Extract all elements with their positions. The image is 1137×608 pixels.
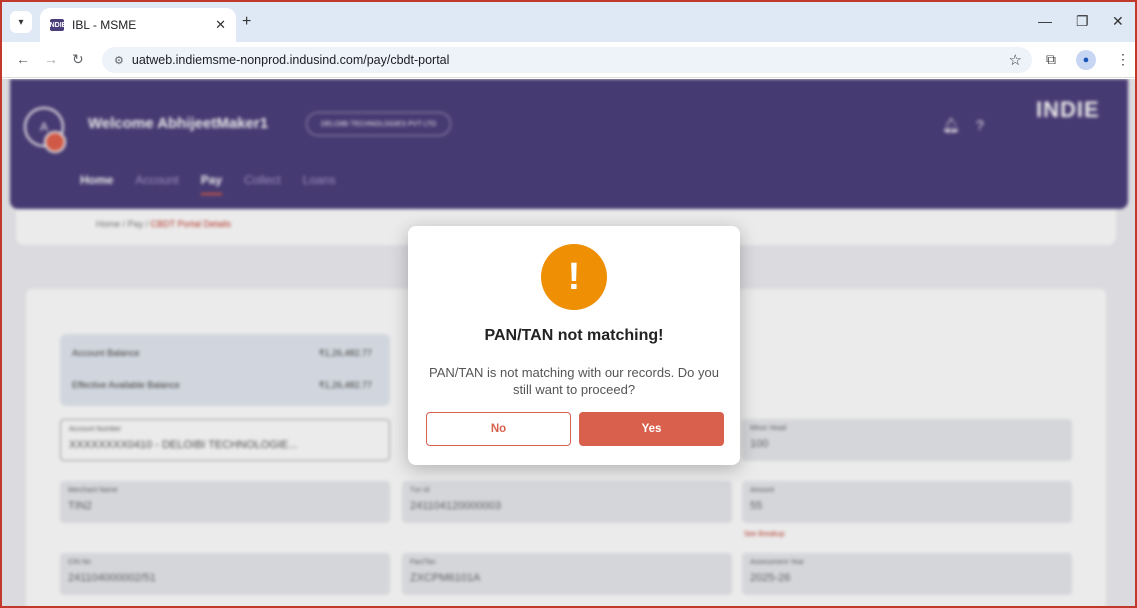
browser-toolbar: ← → ↻ ⚙ uatweb.indiemsme-nonprod.indusin… [2, 42, 1135, 78]
dialog-message: PAN/TAN is not matching with our records… [429, 365, 719, 397]
tab-strip: ▾ INDIE IBL - MSME ✕ + — ❐ ✕ [2, 2, 1135, 42]
no-button[interactable]: No [426, 412, 571, 446]
profile-icon[interactable]: ● [1076, 50, 1096, 70]
tab-search-icon[interactable]: ▾ [10, 11, 32, 33]
minimize-icon[interactable]: — [1038, 13, 1052, 29]
restore-icon[interactable]: ❐ [1076, 13, 1089, 30]
yes-button[interactable]: Yes [579, 412, 724, 446]
site-info-icon[interactable]: ⚙ [114, 54, 124, 67]
forward-icon[interactable]: → [44, 51, 58, 67]
reload-icon[interactable]: ↻ [72, 51, 84, 68]
tab-title: IBL - MSME [72, 18, 137, 32]
browser-tab[interactable]: INDIE IBL - MSME ✕ [40, 8, 236, 42]
dialog-title: PAN/TAN not matching! [484, 327, 664, 344]
confirm-dialog: ! PAN/TAN not matching! PAN/TAN is not m… [408, 226, 740, 465]
menu-kebab-icon[interactable]: ⋮ [1116, 51, 1130, 68]
extensions-icon[interactable]: ⧉ [1046, 51, 1056, 68]
back-icon[interactable]: ← [16, 51, 30, 67]
favicon-icon: INDIE [48, 19, 66, 31]
close-tab-icon[interactable]: ✕ [215, 17, 226, 33]
url-text: uatweb.indiemsme-nonprod.indusind.com/pa… [131, 53, 450, 67]
close-window-icon[interactable]: ✕ [1112, 13, 1124, 30]
address-bar[interactable]: ⚙ uatweb.indiemsme-nonprod.indusind.com/… [102, 47, 1032, 73]
browser-window: ▾ INDIE IBL - MSME ✕ + — ❐ ✕ ← → ↻ ⚙ uat… [0, 0, 1137, 608]
new-tab-icon[interactable]: + [242, 13, 251, 31]
bookmark-star-icon[interactable]: ☆ [1009, 51, 1022, 69]
warning-icon: ! [541, 244, 607, 310]
